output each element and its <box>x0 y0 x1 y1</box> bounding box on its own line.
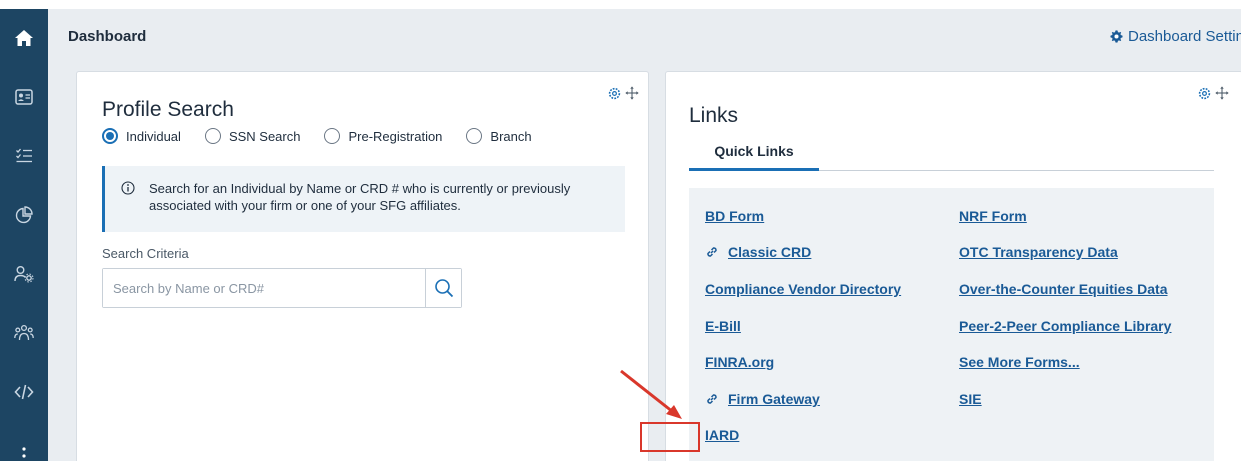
card-settings-icon[interactable] <box>608 87 621 100</box>
link-label: Compliance Vendor Directory <box>705 281 902 297</box>
info-banner: Search for an Individual by Name or CRD … <box>102 166 625 232</box>
radio-label: Branch <box>490 128 532 144</box>
link-label: See More Forms... <box>959 354 1080 370</box>
sidebar-item-more[interactable] <box>0 429 48 461</box>
radio-indicator[interactable] <box>204 128 221 144</box>
card-settings-icon[interactable] <box>1198 87 1211 100</box>
dashboard-main: Dashboard Dashboard Setting Profile Sear… <box>48 9 1241 461</box>
people-group-icon <box>14 324 34 341</box>
link-label: NRF Form <box>959 208 1027 224</box>
sidebar-item-profile[interactable] <box>0 76 48 118</box>
link-finra-org[interactable]: FINRA.org <box>705 354 774 370</box>
sidebar-nav <box>0 9 48 461</box>
info-message: Search for an Individual by Name or CRD … <box>149 181 571 213</box>
link-otc-equities-data[interactable]: Over-the-Counter Equities Data <box>959 281 1167 297</box>
radio-indicator[interactable] <box>466 128 483 144</box>
profile-card-icon <box>15 89 33 105</box>
radio-indicator[interactable] <box>324 128 341 144</box>
link-label: Peer-2-Peer Compliance Library <box>959 318 1172 334</box>
link-label: OTC Transparency Data <box>959 244 1118 260</box>
radio-ssn-search[interactable]: SSN Search <box>204 128 301 144</box>
pie-chart-icon <box>15 206 33 224</box>
profile-search-title: Profile Search <box>102 98 234 121</box>
link-see-more-forms[interactable]: See More Forms... <box>959 354 1080 370</box>
search-criteria-label: Search Criteria <box>102 246 189 261</box>
tab-quick-links[interactable]: Quick Links <box>689 138 819 171</box>
sidebar-item-groups[interactable] <box>0 312 48 354</box>
link-label: BD Form <box>705 208 765 224</box>
page-title: Dashboard <box>68 28 147 45</box>
radio-pre-registration[interactable]: Pre-Registration <box>324 128 442 144</box>
link-label: Classic CRD <box>728 244 812 260</box>
link-bd-form[interactable]: BD Form <box>705 208 764 224</box>
sidebar-item-tasks[interactable] <box>0 135 48 177</box>
iard-highlight-box <box>640 422 700 452</box>
link-label: FINRA.org <box>705 354 775 370</box>
links-title: Links <box>689 104 739 127</box>
links-tabs: Quick Links <box>689 138 1214 171</box>
link-classic-crd[interactable]: Classic CRD <box>705 244 811 260</box>
link-icon <box>705 392 719 406</box>
link-iard[interactable]: IARD <box>705 427 739 443</box>
radio-label: SSN Search <box>228 128 301 144</box>
sidebar-item-home[interactable] <box>0 17 48 59</box>
link-sie[interactable]: SIE <box>959 391 982 407</box>
sidebar-item-developer[interactable] <box>0 371 48 413</box>
link-label: SIE <box>959 391 982 407</box>
link-peer-2-peer-library[interactable]: Peer-2-Peer Compliance Library <box>959 318 1171 334</box>
search-icon <box>434 279 453 298</box>
link-nrf-form[interactable]: NRF Form <box>959 208 1027 224</box>
profile-search-card: Profile Search Individual SSN Search Pre… <box>76 71 649 461</box>
card-controls <box>608 86 639 100</box>
radio-label: Pre-Registration <box>348 128 443 144</box>
link-label: Firm Gateway <box>728 391 820 407</box>
link-e-bill[interactable]: E-Bill <box>705 318 741 334</box>
search-field <box>102 268 462 308</box>
link-compliance-vendor-directory[interactable]: Compliance Vendor Directory <box>705 281 901 297</box>
top-border <box>0 0 1241 9</box>
link-firm-gateway[interactable]: Firm Gateway <box>705 391 820 407</box>
radio-branch[interactable]: Branch <box>466 128 532 144</box>
checklist-icon <box>16 148 32 163</box>
sidebar-item-reports[interactable] <box>0 194 48 236</box>
search-input[interactable] <box>103 269 425 307</box>
search-type-radio-group: Individual SSN Search Pre-Registration B… <box>102 128 556 144</box>
dashboard-settings-link[interactable]: Dashboard Setting <box>1110 28 1241 45</box>
link-label: Over-the-Counter Equities Data <box>959 281 1168 297</box>
link-icon <box>705 245 719 259</box>
link-otc-transparency-data[interactable]: OTC Transparency Data <box>959 244 1118 260</box>
dashboard-settings-label: Dashboard Setting <box>1128 28 1241 45</box>
info-icon <box>121 181 135 195</box>
link-label: IARD <box>705 427 740 443</box>
quick-links-panel: BD Form Classic CRD Compliance Vendor Di… <box>689 188 1214 461</box>
sidebar-item-user-admin[interactable] <box>0 253 48 295</box>
card-controls <box>1198 86 1229 100</box>
code-icon <box>14 384 34 400</box>
move-icon[interactable] <box>1215 86 1229 100</box>
home-icon <box>15 30 33 46</box>
links-card: Links Quick Links BD Form Classic CRD Co… <box>665 71 1241 461</box>
radio-selected-indicator[interactable] <box>102 128 118 144</box>
more-vertical-icon <box>22 447 26 458</box>
radio-label: Individual <box>126 128 181 144</box>
search-button[interactable] <box>425 269 461 307</box>
radio-individual[interactable]: Individual <box>102 128 181 144</box>
gear-icon <box>1110 30 1123 43</box>
move-icon[interactable] <box>625 86 639 100</box>
user-settings-icon <box>14 266 34 283</box>
link-label: E-Bill <box>705 318 741 334</box>
